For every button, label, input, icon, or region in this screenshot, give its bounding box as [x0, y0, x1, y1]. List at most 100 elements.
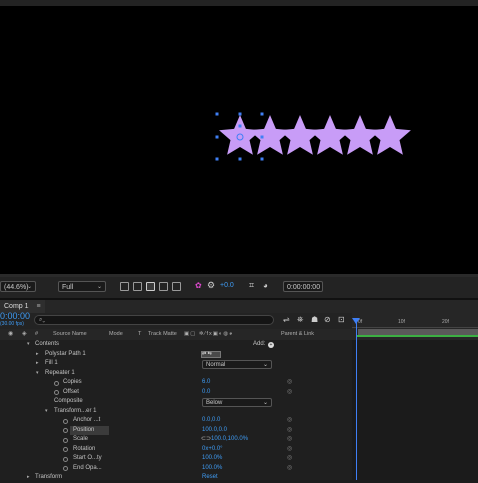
column-parent-link[interactable]: Parent & Link	[281, 329, 314, 340]
playhead-handle[interactable]	[352, 318, 360, 324]
mask-visibility-icon[interactable]	[159, 282, 168, 291]
stopwatch-icon[interactable]	[63, 466, 68, 471]
column-mode[interactable]: Mode	[109, 329, 123, 340]
transform-row[interactable]: ▸ Transform Reset	[0, 473, 352, 483]
composition-viewer[interactable]	[0, 6, 478, 274]
pick-whip-icon[interactable]: ◎	[287, 454, 292, 464]
anchor-point-row[interactable]: Anchor ...t 0.0,0.0 ◎	[0, 416, 352, 426]
scale-row[interactable]: Scale ⊂⊃ 100.0,100.0% ◎	[0, 435, 352, 445]
stopwatch-icon[interactable]	[54, 380, 59, 386]
end-opacity-value[interactable]: 100.0%	[202, 464, 222, 474]
pick-whip-icon[interactable]: ◎	[287, 426, 292, 436]
stopwatch-icon[interactable]	[63, 437, 68, 443]
shy-layers-icon[interactable]: ☗	[311, 315, 318, 324]
constrain-proportions-icon[interactable]: ⊂⊃	[201, 435, 211, 445]
transform-handle[interactable]	[215, 135, 219, 139]
chevron-down-icon: ⌄	[96, 284, 102, 290]
playhead-line[interactable]	[356, 322, 357, 480]
stopwatch-icon[interactable]	[63, 418, 68, 424]
add-plus-icon[interactable]: +	[268, 342, 274, 348]
contents-row[interactable]: ▾ Contents Add: +	[0, 340, 352, 350]
copies-value[interactable]: 6.0	[202, 378, 210, 388]
draft-3d-icon[interactable]: ⛯	[297, 315, 303, 325]
graph-editor-icon[interactable]: ⊡	[338, 315, 345, 324]
transparency-grid-icon[interactable]	[146, 282, 155, 291]
fill-row[interactable]: ▸ Fill 1 Normal ⌄	[0, 359, 352, 369]
stopwatch-icon[interactable]	[63, 456, 68, 462]
transform-handle[interactable]	[260, 135, 264, 139]
twirl-open-icon[interactable]: ▾	[45, 407, 48, 417]
current-time-display[interactable]: 0:00:00	[0, 311, 30, 321]
zoom-dropdown[interactable]: (44.6%) ⌄	[0, 281, 36, 292]
pick-whip-icon[interactable]: ◎	[287, 388, 292, 398]
pick-whip-icon[interactable]: ◎	[287, 445, 292, 455]
start-opacity-row[interactable]: Start O...ty 100.0% ◎	[0, 454, 352, 464]
label-color-icon[interactable]: ◈	[22, 329, 27, 340]
twirl-closed-icon[interactable]: ▸	[27, 473, 30, 483]
end-opacity-row[interactable]: End Opa... 100.0% ◎	[0, 464, 352, 474]
scale-value[interactable]: 100.0,100.0%	[211, 435, 248, 445]
layer-search-input[interactable]: ⌕⌄	[34, 315, 274, 325]
pick-whip-icon[interactable]: ◎	[287, 416, 292, 426]
exposure-value[interactable]: +0.0	[220, 282, 234, 289]
grid-icon[interactable]	[133, 282, 142, 291]
stopwatch-icon[interactable]	[63, 428, 68, 433]
copies-row[interactable]: Copies 6.0 ◎	[0, 378, 352, 388]
twirl-open-icon[interactable]: ▾	[36, 369, 39, 379]
composite-value: Below	[206, 399, 223, 406]
transform-handle[interactable]	[260, 112, 264, 116]
region-of-interest-icon[interactable]	[120, 282, 129, 291]
camera-snapshot-icon[interactable]: ⌗	[249, 280, 254, 291]
transform-repeater-row[interactable]: ▾ Transform...er 1	[0, 407, 352, 417]
motion-blur-icon[interactable]: ⊘	[324, 315, 331, 324]
twirl-closed-icon[interactable]: ▸	[36, 359, 39, 369]
twirl-closed-icon[interactable]: ▸	[36, 350, 39, 360]
composite-select[interactable]: Below ⌄	[202, 397, 272, 407]
position-value[interactable]: 100.0,0.0	[202, 426, 227, 436]
layer-duration-bar[interactable]	[356, 335, 478, 337]
star-copy[interactable]	[219, 115, 261, 155]
pick-whip-icon[interactable]: ◎	[287, 464, 292, 474]
viewer-timecode[interactable]: 0:00:00:00	[283, 281, 323, 292]
composition-mini-flowchart-icon[interactable]: ⇌	[283, 315, 290, 324]
rotation-value[interactable]: 0x+0.0°	[202, 445, 223, 455]
end-opacity-label: End Opa...	[73, 464, 102, 471]
tab-menu-icon[interactable]: ≡	[36, 303, 40, 310]
column-track-matte[interactable]: Track Matte	[148, 329, 177, 340]
transform-handle[interactable]	[215, 157, 219, 161]
offset-row[interactable]: Offset 0.0 ◎	[0, 388, 352, 398]
pick-whip-icon[interactable]: ◎	[287, 378, 292, 388]
composite-row[interactable]: Composite Below ⌄	[0, 397, 352, 407]
transform-handle[interactable]	[215, 112, 219, 116]
resolution-dropdown[interactable]: Full ⌄	[58, 281, 106, 292]
color-channels-icon[interactable]: ✿	[195, 281, 202, 290]
transform-handle[interactable]	[238, 112, 242, 116]
repeater-row[interactable]: ▾ Repeater 1	[0, 369, 352, 379]
path-direction-icon[interactable]: ⇄ ⇆	[201, 350, 221, 358]
chevron-down-icon: ⌄	[26, 284, 32, 290]
pick-whip-icon[interactable]: ◎	[287, 435, 292, 445]
twirl-open-icon[interactable]: ▾	[27, 340, 30, 350]
polystar-path-row[interactable]: ▸ Polystar Path 1 ⇄ ⇆	[0, 350, 352, 360]
fill-blend-mode-select[interactable]: Normal ⌄	[202, 359, 272, 369]
position-row[interactable]: Position 100.0,0.0 ◎	[0, 425, 352, 436]
anchor-point-value[interactable]: 0.0,0.0	[202, 416, 220, 426]
transform-handle[interactable]	[238, 157, 242, 161]
offset-value[interactable]: 0.0	[202, 388, 210, 398]
rotation-row[interactable]: Rotation 0x+0.0° ◎	[0, 445, 352, 455]
stopwatch-icon[interactable]	[63, 447, 68, 452]
rotation-label: Rotation	[73, 445, 96, 452]
video-toggle-icon[interactable]: ◉	[8, 329, 13, 340]
view-options-icon[interactable]	[172, 282, 181, 291]
offset-label: Offset	[63, 388, 79, 395]
transform-handle[interactable]	[238, 124, 242, 128]
shape-layer-canvas[interactable]	[0, 6, 478, 274]
show-snapshot-icon[interactable]: ◕	[263, 281, 268, 290]
start-opacity-label: Start O...ty	[73, 455, 102, 461]
start-opacity-value[interactable]: 100.0%	[202, 454, 222, 464]
gear-icon[interactable]: ⚙	[207, 280, 215, 291]
transform-handle[interactable]	[260, 157, 264, 161]
column-source-name[interactable]: Source Name	[53, 329, 87, 340]
reset-link[interactable]: Reset	[202, 473, 218, 483]
stopwatch-icon[interactable]	[54, 390, 59, 395]
